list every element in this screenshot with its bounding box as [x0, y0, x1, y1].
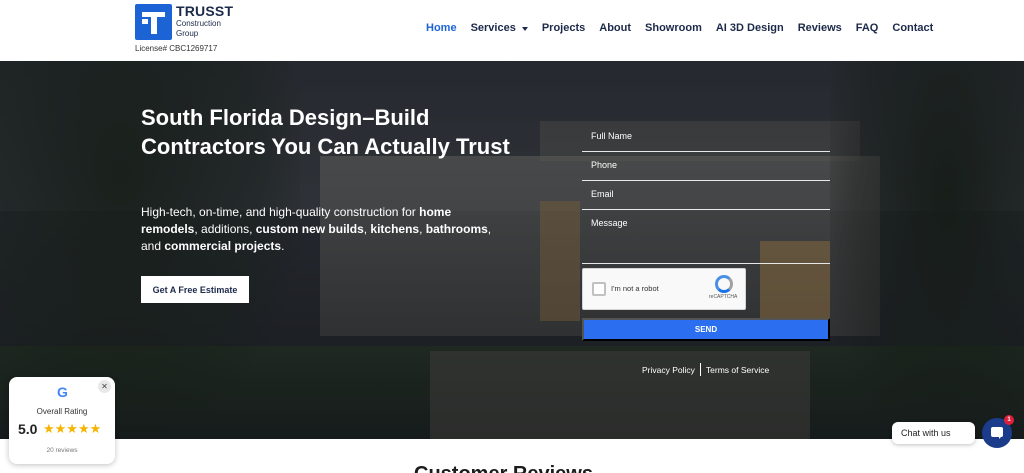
license-number: License# CBC1269717	[135, 44, 218, 53]
chevron-down-icon	[521, 26, 528, 31]
rating-score: 5.0	[18, 421, 38, 437]
divider	[699, 363, 701, 376]
terms-of-service-link[interactable]: Terms of Service	[706, 365, 769, 375]
full-name-field[interactable]: Full Name	[582, 123, 830, 152]
logo-sub-line-2: Group	[176, 29, 199, 38]
chat-prompt[interactable]: Chat with us	[892, 422, 975, 444]
recaptcha-label: I'm not a robot	[611, 284, 659, 293]
message-placeholder: Message	[591, 218, 628, 228]
message-field[interactable]: Message	[582, 210, 830, 264]
phone-field[interactable]: Phone	[582, 152, 830, 181]
email-field[interactable]: Email	[582, 181, 830, 210]
contact-form: Full Name Phone Email Message I'm not a …	[582, 123, 830, 376]
logo[interactable]: TRUSST Construction Group	[135, 4, 233, 40]
recaptcha-checkbox[interactable]	[592, 282, 606, 296]
nav-contact[interactable]: Contact	[892, 22, 933, 34]
nav-faq[interactable]: FAQ	[856, 22, 879, 34]
legal-links: Privacy Policy Terms of Service	[642, 363, 769, 376]
main-nav: Home Services Projects About Showroom AI…	[426, 22, 947, 34]
nav-showroom[interactable]: Showroom	[645, 22, 702, 34]
notification-badge: 1	[1004, 415, 1014, 425]
privacy-policy-link[interactable]: Privacy Policy	[642, 365, 695, 375]
full-name-placeholder: Full Name	[591, 131, 633, 141]
nav-home[interactable]: Home	[426, 22, 457, 34]
nav-about[interactable]: About	[599, 22, 631, 34]
rating-label: Overall Rating	[36, 407, 88, 416]
google-icon: G	[57, 384, 68, 400]
nav-services-label: Services	[470, 22, 516, 34]
phone-placeholder: Phone	[591, 160, 618, 170]
email-placeholder: Email	[591, 189, 614, 199]
logo-text: TRUSST Construction Group	[176, 4, 233, 38]
recaptcha-icon	[715, 275, 733, 293]
send-button[interactable]: SEND	[582, 318, 830, 341]
reviews-section: Customer Reviews	[0, 439, 1024, 473]
logo-mark-icon	[135, 4, 172, 40]
free-estimate-button[interactable]: Get A Free Estimate	[141, 276, 249, 303]
section-title: Customer Reviews	[414, 463, 593, 473]
star-rating-icon: ★★★★★	[43, 421, 102, 436]
nav-reviews[interactable]: Reviews	[798, 22, 842, 34]
hero-section: South Florida Design–Build Contractors Y…	[0, 61, 1024, 439]
recaptcha-brand: reCAPTCHA	[709, 294, 738, 300]
close-icon[interactable]: ✕	[98, 380, 111, 393]
logo-name: TRUSST	[176, 3, 234, 19]
site-header: TRUSST Construction Group License# CBC12…	[0, 0, 1024, 61]
hero-description: High-tech, on-time, and high-quality con…	[141, 205, 492, 253]
review-count: 20 reviews	[46, 447, 78, 454]
google-rating-widget[interactable]: ✕ G Overall Rating 5.0 ★★★★★ 20 reviews	[9, 377, 115, 464]
nav-ai-3d-design[interactable]: AI 3D Design	[716, 22, 784, 34]
hero-title: South Florida Design–Build Contractors Y…	[141, 105, 510, 159]
recaptcha-widget: I'm not a robot reCAPTCHA	[582, 268, 746, 310]
logo-sub-line-1: Construction	[176, 19, 221, 28]
nav-services[interactable]: Services	[471, 22, 528, 34]
nav-projects[interactable]: Projects	[542, 22, 585, 34]
